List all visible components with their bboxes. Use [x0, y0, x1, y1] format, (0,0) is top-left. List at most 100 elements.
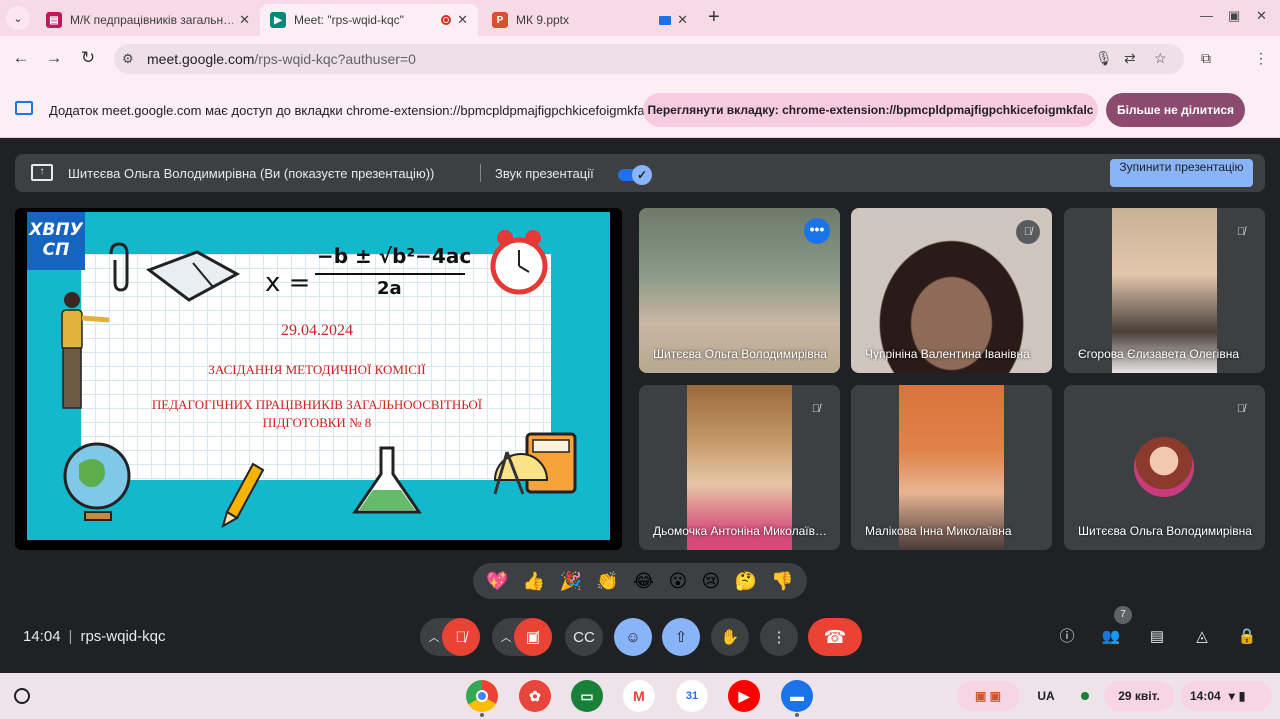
- translate-icon[interactable]: ⇄: [1124, 50, 1136, 67]
- participant-tile[interactable]: 🎙̸ Шитєєва Ольга Володимирівна: [1064, 385, 1265, 550]
- participant-name: Дьомочка Антоніна Миколаївна: [653, 524, 828, 538]
- meeting-code[interactable]: rps-wqid-kqc: [80, 628, 165, 645]
- more-options-icon[interactable]: •••: [804, 218, 830, 244]
- book-icon: [145, 250, 241, 302]
- reaction-sad-icon[interactable]: 😢: [702, 571, 721, 592]
- tray-sharing-icons[interactable]: ▣ ▣: [957, 681, 1019, 711]
- keyboard-layout[interactable]: UA: [1028, 681, 1064, 711]
- people-icon[interactable]: 👥: [1100, 626, 1122, 648]
- extensions-icon[interactable]: ⧉: [1201, 50, 1211, 67]
- launcher-icon[interactable]: [14, 688, 30, 704]
- participant-tile[interactable]: Малікова Інна Миколаївна: [851, 385, 1052, 550]
- reaction-thumbs-down-icon[interactable]: 👎: [771, 571, 793, 592]
- activities-icon[interactable]: ◬: [1191, 626, 1213, 648]
- close-icon[interactable]: ✕: [457, 12, 468, 28]
- host-controls-icon[interactable]: 🔒: [1236, 626, 1258, 648]
- fraction-line: [315, 273, 465, 275]
- mic-off-icon: 🎙̸: [1229, 397, 1253, 421]
- reaction-clap-icon[interactable]: 👏: [596, 571, 618, 592]
- status-dot-icon: [1072, 681, 1098, 711]
- close-window-icon[interactable]: ✕: [1256, 8, 1267, 24]
- tab-meet[interactable]: ▶ Meet: "rps-wqid-kqc" ✕: [260, 4, 478, 36]
- close-icon[interactable]: ✕: [677, 12, 688, 28]
- gmail-icon[interactable]: M: [623, 680, 655, 712]
- formula-lhs: x =: [265, 268, 311, 298]
- view-tab-button[interactable]: Переглянути вкладку: chrome-extension://…: [643, 93, 1098, 127]
- date-display[interactable]: 29 квіт.: [1104, 681, 1174, 711]
- mic-off-icon: 🎙̸: [1016, 220, 1040, 244]
- tab-search-button[interactable]: ⌄: [6, 6, 30, 30]
- participant-tile[interactable]: 🎙̸ Єгорова Єлизавета Олегівна: [1064, 208, 1265, 373]
- running-indicator: [480, 713, 484, 717]
- back-icon[interactable]: ←: [10, 48, 32, 68]
- chrome-icon[interactable]: [466, 680, 498, 712]
- calendar-icon[interactable]: 31: [676, 680, 708, 712]
- emoji-icon[interactable]: ☺: [614, 618, 652, 656]
- microphone-icon[interactable]: 🎙: [1095, 50, 1113, 67]
- bookmark-star-icon[interactable]: ☆: [1154, 50, 1167, 67]
- tab-title: МК 9.pptx: [516, 13, 570, 27]
- raise-hand-icon[interactable]: ✋: [711, 618, 749, 656]
- pencil-icon: [221, 462, 265, 529]
- sharing-message: Додаток meet.google.com має доступ до вк…: [49, 103, 655, 118]
- flask-icon: [352, 446, 422, 514]
- participant-name: Шитєєва Ольга Володимирівна: [1078, 524, 1252, 538]
- mic-off-icon: 🎙̸: [1229, 220, 1253, 244]
- new-tab-button[interactable]: +: [708, 6, 720, 29]
- stop-sharing-button[interactable]: Більше не ділитися: [1106, 93, 1245, 127]
- chat-icon[interactable]: ▤: [1146, 626, 1168, 648]
- classroom-icon[interactable]: ▭: [571, 680, 603, 712]
- site-info-icon[interactable]: ⚙: [122, 51, 134, 67]
- tab-title: М/К педпрацівників загальн…: [70, 13, 234, 27]
- screen-capture-icon: ▣ ▣: [974, 689, 1001, 703]
- more-vert-icon[interactable]: ⋮: [760, 618, 798, 656]
- call-end-icon[interactable]: ☎: [808, 618, 862, 656]
- formula-denominator: 2a: [377, 278, 402, 299]
- present-screen-icon: ↑: [31, 164, 53, 181]
- slide-heading-line3: ПІДГОТОВКИ № 8: [262, 415, 372, 430]
- screen-share-icon: [15, 101, 33, 115]
- files-icon[interactable]: ▬: [781, 680, 813, 712]
- presentation-sound-toggle[interactable]: ✓: [618, 165, 652, 185]
- minimize-icon[interactable]: —: [1200, 8, 1213, 23]
- meeting-info-icon[interactable]: ⓘ: [1056, 626, 1078, 648]
- reaction-thinking-icon[interactable]: 🤔: [735, 571, 757, 592]
- close-icon[interactable]: ✕: [239, 12, 250, 28]
- mic-off-icon[interactable]: 🎙̸: [442, 618, 480, 656]
- reaction-surprised-icon[interactable]: 😮: [668, 571, 687, 592]
- participant-tile[interactable]: 🎙̸ Дьомочка Антоніна Миколаївна: [639, 385, 840, 550]
- participant-name: Чупрініна Валентина Іванівна: [865, 347, 1030, 361]
- present-icon[interactable]: ⇧: [662, 618, 700, 656]
- slide-date: 29.04.2024: [281, 322, 353, 339]
- youtube-icon[interactable]: ▶: [728, 680, 760, 712]
- reaction-thumbs-up-icon[interactable]: 👍: [523, 571, 545, 592]
- formula-numerator: −b ± √b²−4ac: [317, 244, 472, 268]
- menu-dots-icon[interactable]: ⋮: [1254, 50, 1268, 67]
- forms-icon: ▤: [46, 12, 62, 28]
- url-text[interactable]: meet.google.com/rps-wqid-kqc?authuser=0: [147, 51, 416, 67]
- running-indicator: [795, 713, 799, 717]
- reload-icon[interactable]: ↻: [77, 48, 99, 68]
- stop-presenting-button[interactable]: Зупинити презентацію: [1110, 159, 1253, 187]
- maximize-icon[interactable]: ▣: [1228, 8, 1240, 24]
- slide-heading-line2: ПЕДАГОГІЧНИХ ПРАЦІВНИКІВ ЗАГАЛЬНООСВІТНЬ…: [151, 397, 483, 412]
- tab-pptx[interactable]: P МК 9.pptx ✕: [482, 4, 698, 36]
- paperclip-icon: [109, 242, 129, 292]
- canvas-icon[interactable]: ✿: [519, 680, 551, 712]
- recording-indicator-icon: [441, 15, 452, 25]
- presentation-slide: ХВПУ СП x = −b ± √b²−4ac 2a 29.04.2024 З…: [27, 212, 610, 540]
- reactions-bar: 💖 👍 🎉 👏 😂 😮 😢 🤔 👎: [473, 563, 807, 599]
- camera-off-icon[interactable]: ▣̸: [514, 618, 552, 656]
- participant-tile[interactable]: 🎙̸ Чупрініна Валентина Іванівна: [851, 208, 1052, 373]
- participant-tile[interactable]: ••• Шитєєва Ольга Володимирівна: [639, 208, 840, 373]
- reaction-heart-icon[interactable]: 💖: [486, 571, 508, 592]
- captions-icon[interactable]: CC: [565, 618, 603, 656]
- system-tray[interactable]: 14:04 ▾ ▮: [1180, 681, 1272, 711]
- meeting-details: 14:04 | rps-wqid-kqc: [23, 628, 166, 645]
- forward-icon[interactable]: →: [43, 48, 65, 68]
- reaction-laugh-icon[interactable]: 😂: [633, 571, 654, 592]
- reaction-party-icon[interactable]: 🎉: [560, 571, 582, 592]
- clock-time: 14:04: [1190, 689, 1221, 703]
- tab-document[interactable]: ▤ М/К педпрацівників загальн… ✕: [36, 4, 260, 36]
- presentation-sound-label: Звук презентації: [495, 166, 594, 181]
